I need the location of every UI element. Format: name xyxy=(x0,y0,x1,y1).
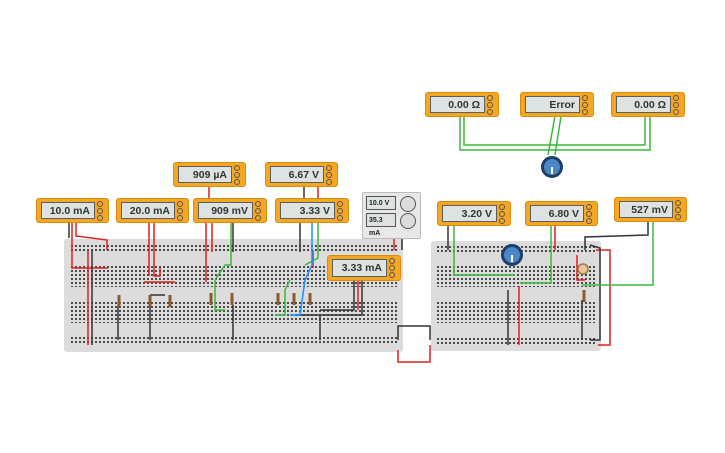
multimeter-voltage-6[interactable]: 527 mV xyxy=(615,198,686,221)
potentiometer-breadboard[interactable] xyxy=(501,244,523,266)
multimeter-voltage-3[interactable]: 3.33 V xyxy=(276,199,348,222)
meter-display: 3.33 mA xyxy=(332,259,387,277)
meter-display: 527 mV xyxy=(619,201,673,218)
meter-display: 20.0 mA xyxy=(121,202,175,219)
multimeter-resistance-2[interactable]: 0.00 Ω xyxy=(612,93,684,116)
multimeter-voltage-1[interactable]: 909 mV xyxy=(194,199,266,222)
psu-current: 35.3 mA xyxy=(366,213,396,237)
meter-display: Error xyxy=(525,96,580,113)
multimeter-voltage-4[interactable]: 3.20 V xyxy=(438,202,510,225)
multimeter-current-4[interactable]: 3.33 mA xyxy=(328,256,400,280)
multimeter-resistance-1[interactable]: 0.00 Ω xyxy=(426,93,498,116)
multimeter-current-3[interactable]: 909 µA xyxy=(174,163,245,186)
power-supply[interactable]: 10.0 V 35.3 mA xyxy=(362,192,421,239)
meter-display: 909 µA xyxy=(178,166,232,183)
multimeter-current-2[interactable]: 20.0 mA xyxy=(117,199,188,222)
meter-display: 6.67 V xyxy=(270,166,324,183)
voltage-dial[interactable] xyxy=(400,196,416,212)
multimeter-error[interactable]: Error xyxy=(521,93,593,116)
meter-display: 6.80 V xyxy=(530,205,584,222)
multimeter-voltage-5[interactable]: 6.80 V xyxy=(526,202,597,225)
psu-voltage: 10.0 V xyxy=(366,196,396,210)
meter-display: 0.00 Ω xyxy=(430,96,485,113)
meter-display: 0.00 Ω xyxy=(616,96,671,113)
current-dial[interactable] xyxy=(400,213,416,229)
meter-display: 3.33 V xyxy=(280,202,335,219)
meter-display: 909 mV xyxy=(198,202,253,219)
multimeter-voltage-2[interactable]: 6.67 V xyxy=(266,163,337,186)
meter-display: 10.0 mA xyxy=(41,202,95,219)
multimeter-current-1[interactable]: 10.0 mA xyxy=(37,199,108,222)
potentiometer-top[interactable] xyxy=(541,156,563,178)
meter-display: 3.20 V xyxy=(442,205,497,222)
